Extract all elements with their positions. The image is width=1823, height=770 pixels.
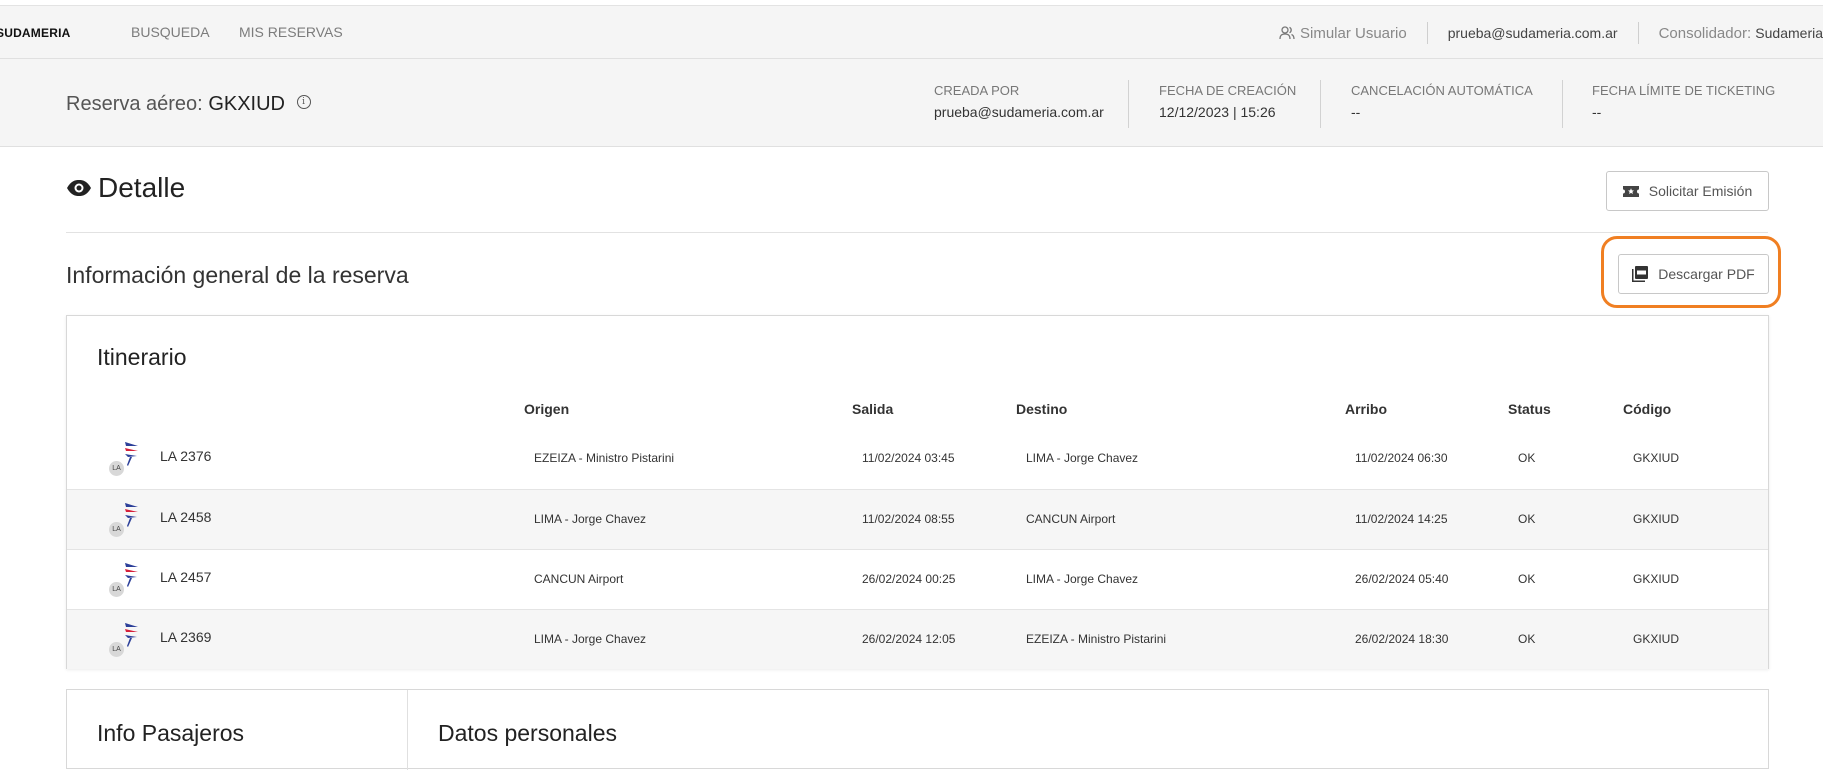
highlight-annotation xyxy=(1601,236,1781,308)
meta-label: FECHA LÍMITE DE TICKETING xyxy=(1592,83,1776,98)
airline-logo: LA xyxy=(109,620,145,658)
sudameria-logo[interactable]: SUDAMERIA xyxy=(0,26,70,40)
col-salida: Salida xyxy=(852,401,894,417)
meta-value: -- xyxy=(1351,104,1361,120)
info-icon[interactable]: i xyxy=(296,94,311,109)
top-navbar: SUDAMERIA BUSQUEDA MIS RESERVAS Simular … xyxy=(0,5,1823,59)
col-codigo: Código xyxy=(1623,401,1672,417)
users-icon xyxy=(1279,26,1295,40)
reserva-title: Reserva aéreo: GKXIUD i xyxy=(66,93,311,116)
reserva-code: GKXIUD xyxy=(208,93,285,115)
flight-number: LA 2376 xyxy=(160,448,212,464)
table-row[interactable]: LA LA 2376 EZEIZA - Ministro Pistarini 1… xyxy=(67,429,1768,489)
detalle-heading: Detalle xyxy=(66,172,185,204)
divider xyxy=(1562,80,1563,128)
airline-logo: LA xyxy=(109,500,145,538)
table-row[interactable]: LA LA 2458 LIMA - Jorge Chavez 11/02/202… xyxy=(67,489,1768,549)
airline-badge: LA xyxy=(109,582,124,597)
detalle-title: Detalle xyxy=(98,172,186,203)
meta-value: prueba@sudameria.com.ar xyxy=(934,104,1104,120)
consolidador[interactable]: Consolidador: Sudameria xyxy=(1639,25,1823,42)
flight-number: LA 2369 xyxy=(160,629,212,645)
destino-cell: LIMA - Jorge Chavez xyxy=(1026,572,1139,586)
col-arribo: Arribo xyxy=(1345,401,1387,417)
itinerario-card: Itinerario Origen Salida Destino Arribo … xyxy=(66,315,1769,669)
itinerario-title: Itinerario xyxy=(97,344,187,370)
airline-badge: LA xyxy=(109,522,124,537)
nav-mis-reservas[interactable]: MIS RESERVAS xyxy=(239,24,343,40)
salida-cell: 26/02/2024 00:25 xyxy=(862,572,956,586)
divider xyxy=(407,690,408,770)
airline-logo: LA xyxy=(109,560,145,598)
divider xyxy=(1128,80,1129,128)
status-cell: OK xyxy=(1518,572,1536,586)
nav-busqueda[interactable]: BUSQUEDA xyxy=(131,24,210,40)
status-cell: OK xyxy=(1518,632,1536,646)
col-destino: Destino xyxy=(1016,401,1068,417)
codigo-cell: GKXIUD xyxy=(1633,451,1680,465)
status-cell: OK xyxy=(1518,451,1536,465)
salida-cell: 11/02/2024 03:45 xyxy=(862,451,955,465)
arribo-cell: 26/02/2024 18:30 xyxy=(1355,632,1449,646)
meta-value: 12/12/2023 | 15:26 xyxy=(1159,104,1276,120)
destino-cell: CANCUN Airport xyxy=(1026,512,1116,526)
origen-cell: LIMA - Jorge Chavez xyxy=(534,512,647,526)
ticket-icon xyxy=(1622,185,1639,197)
reserva-header: Reserva aéreo: GKXIUD i CREADA POR prueb… xyxy=(0,59,1823,147)
flight-number: LA 2457 xyxy=(160,569,212,585)
flight-number: LA 2458 xyxy=(160,509,212,525)
airline-logo: LA xyxy=(109,439,145,477)
meta-fecha-creacion: FECHA DE CREACIÓN 12/12/2023 | 15:26 xyxy=(1159,83,1296,120)
col-status: Status xyxy=(1508,401,1551,417)
simular-usuario-button[interactable]: Simular Usuario xyxy=(1279,25,1427,42)
airline-badge: LA xyxy=(109,461,124,476)
meta-creada-por: CREADA POR prueba@sudameria.com.ar xyxy=(934,83,1104,120)
origen-cell: EZEIZA - Ministro Pistarini xyxy=(534,451,675,465)
info-pasajeros-title: Info Pasajeros xyxy=(97,720,245,746)
codigo-cell: GKXIUD xyxy=(1633,512,1680,526)
table-row[interactable]: LA LA 2457 CANCUN Airport 26/02/2024 00:… xyxy=(67,549,1768,609)
consolidador-value: Sudameria xyxy=(1755,24,1823,41)
status-cell: OK xyxy=(1518,512,1536,526)
simular-usuario-label: Simular Usuario xyxy=(1300,24,1407,42)
user-email[interactable]: prueba@sudameria.com.ar xyxy=(1428,25,1638,41)
destino-cell: EZEIZA - Ministro Pistarini xyxy=(1026,632,1167,646)
meta-label: CANCELACIÓN AUTOMÁTICA xyxy=(1351,83,1533,98)
meta-label: FECHA DE CREACIÓN xyxy=(1159,83,1297,98)
pasajeros-card: Info Pasajeros Datos personales xyxy=(66,689,1769,770)
codigo-cell: GKXIUD xyxy=(1633,572,1680,586)
arribo-cell: 11/02/2024 14:25 xyxy=(1355,512,1448,526)
col-origen: Origen xyxy=(524,401,570,417)
info-general-title: Información general de la reserva xyxy=(66,262,409,288)
divider xyxy=(66,232,1768,233)
destino-cell: LIMA - Jorge Chavez xyxy=(1026,451,1139,465)
datos-personales-title: Datos personales xyxy=(438,720,617,746)
divider xyxy=(1320,80,1321,128)
salida-cell: 26/02/2024 12:05 xyxy=(862,632,956,646)
arribo-cell: 26/02/2024 05:40 xyxy=(1355,572,1449,586)
origen-cell: CANCUN Airport xyxy=(534,572,624,586)
consolidador-label: Consolidador: xyxy=(1658,24,1752,42)
solicitar-emision-label: Solicitar Emisión xyxy=(1648,183,1753,199)
meta-fecha-limite: FECHA LÍMITE DE TICKETING -- xyxy=(1592,83,1775,120)
table-row[interactable]: LA LA 2369 LIMA - Jorge Chavez 26/02/202… xyxy=(67,609,1768,669)
origen-cell: LIMA - Jorge Chavez xyxy=(534,632,647,646)
salida-cell: 11/02/2024 08:55 xyxy=(862,512,955,526)
airline-badge: LA xyxy=(109,642,124,657)
meta-value: -- xyxy=(1592,104,1602,120)
codigo-cell: GKXIUD xyxy=(1633,632,1680,646)
eye-icon xyxy=(67,180,91,196)
arribo-cell: 11/02/2024 06:30 xyxy=(1355,451,1448,465)
meta-cancelacion: CANCELACIÓN AUTOMÁTICA -- xyxy=(1351,83,1533,120)
meta-label: CREADA POR xyxy=(934,83,1020,98)
user-area: Simular Usuario prueba@sudameria.com.ar … xyxy=(1279,6,1823,60)
solicitar-emision-button[interactable]: Solicitar Emisión xyxy=(1606,171,1769,211)
reserva-prefix: Reserva aéreo: xyxy=(66,93,203,115)
